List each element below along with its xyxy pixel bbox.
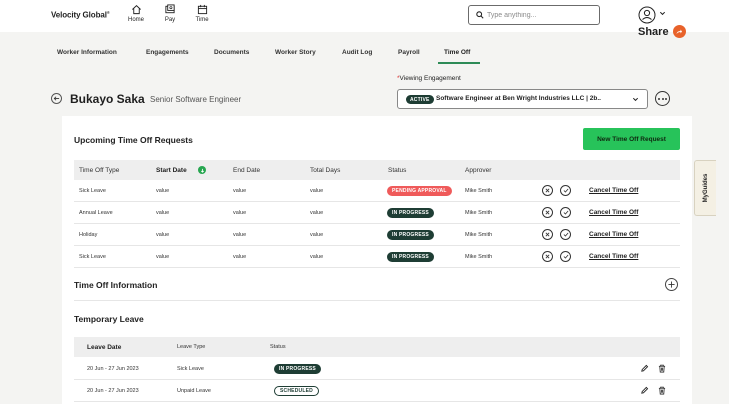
search-box — [468, 5, 600, 25]
column-header[interactable]: Leave Type — [177, 344, 205, 350]
tab-payroll[interactable]: Payroll — [398, 49, 420, 56]
status-badge: PENDING APPROVAL — [387, 186, 452, 196]
tab-audit-log[interactable]: Audit Log — [342, 49, 372, 56]
more-icon — [658, 97, 660, 100]
edit-icon[interactable] — [640, 386, 649, 395]
sort-arrow-icon[interactable] — [198, 166, 206, 174]
reject-button[interactable] — [542, 229, 553, 240]
approve-button[interactable] — [560, 251, 571, 262]
cancel-time-off-link[interactable]: Cancel Time Off — [589, 253, 638, 260]
table-row: Annual Leave value value value IN PROGRE… — [74, 202, 680, 224]
nav-pay[interactable]: Pay — [157, 4, 183, 23]
tab-documents[interactable]: Documents — [214, 49, 249, 56]
approve-button[interactable] — [560, 185, 571, 196]
search-input[interactable] — [487, 8, 595, 22]
status-badge: ACTIVE — [406, 95, 434, 104]
worker-title: Senior Software Engineer — [150, 95, 242, 104]
chevron-down-icon[interactable] — [659, 10, 666, 17]
column-header[interactable]: Status — [388, 167, 406, 174]
worker-name: Bukayo Saka — [70, 92, 145, 106]
approve-button[interactable] — [560, 229, 571, 240]
status-badge: IN PROGRESS — [387, 208, 434, 218]
myguides-tab[interactable]: MyGuides — [694, 160, 716, 216]
arrow-left-icon — [53, 96, 60, 101]
tab-worker-information[interactable]: Worker Information — [57, 49, 117, 56]
check-icon — [563, 188, 568, 193]
x-icon — [545, 188, 550, 193]
tab-time-off[interactable]: Time Off — [444, 49, 470, 56]
leave-table-header: Leave Date Leave Type Status — [74, 337, 680, 357]
brand-logo[interactable]: Velocity Global® — [51, 10, 110, 20]
status-badge: IN PROGRESS — [387, 230, 434, 240]
table-row: 20 Jun - 27 Jun 2023 Unpaid Leave SCHEDU… — [74, 380, 680, 402]
check-icon — [563, 232, 568, 237]
expand-button[interactable] — [665, 278, 678, 291]
divider — [74, 300, 680, 301]
plus-icon — [668, 281, 675, 288]
upcoming-requests-title: Upcoming Time Off Requests — [74, 135, 193, 145]
pay-icon — [165, 4, 175, 14]
nav-home[interactable]: Home — [123, 4, 149, 23]
status-badge: IN PROGRESS — [387, 252, 434, 262]
column-header[interactable]: Time Off Type — [79, 167, 119, 174]
search-icon — [476, 11, 484, 19]
new-time-off-request-button[interactable]: New Time Off Request — [583, 128, 680, 150]
active-tab-indicator — [438, 62, 480, 64]
share-button[interactable]: Share — [638, 25, 686, 38]
status-badge: SCHEDULED — [274, 386, 319, 396]
column-header[interactable]: End Date — [233, 167, 260, 174]
column-header[interactable]: Status — [270, 344, 286, 350]
x-icon — [545, 254, 550, 259]
tab-worker-story[interactable]: Worker Story — [275, 49, 316, 56]
table-row: Holiday value value value IN PROGRESS Mi… — [74, 224, 680, 246]
home-icon — [131, 5, 141, 15]
approve-button[interactable] — [560, 207, 571, 218]
column-header-sorted[interactable]: Start Date — [156, 167, 187, 174]
column-header[interactable]: Leave Date — [87, 344, 121, 351]
tab-engagements[interactable]: Engagements — [146, 49, 189, 56]
cancel-time-off-link[interactable]: Cancel Time Off — [589, 187, 638, 194]
reject-button[interactable] — [542, 185, 553, 196]
engagement-value: Software Engineer at Ben Wright Industri… — [436, 95, 601, 102]
column-header[interactable]: Approver — [465, 167, 491, 174]
share-icon — [672, 25, 686, 38]
viewing-engagement-label: *Viewing Engagement — [397, 75, 461, 82]
check-icon — [563, 210, 568, 215]
engagement-select[interactable]: ACTIVE Software Engineer at Ben Wright I… — [397, 89, 648, 109]
chevron-down-icon — [632, 97, 639, 102]
requests-table-header: Time Off Type Start Date End Date Total … — [74, 160, 680, 180]
reject-button[interactable] — [542, 207, 553, 218]
nav-time[interactable]: Time — [189, 4, 215, 23]
x-icon — [545, 210, 550, 215]
cancel-time-off-link[interactable]: Cancel Time Off — [589, 209, 638, 216]
back-button[interactable] — [51, 93, 62, 104]
table-row: Sick Leave value value value IN PROGRESS… — [74, 246, 680, 268]
x-icon — [545, 232, 550, 237]
table-row: Sick Leave value value value PENDING APP… — [74, 180, 680, 202]
top-bar: Velocity Global® Home Pay Time — [0, 0, 729, 32]
reject-button[interactable] — [542, 251, 553, 262]
tab-bar: Worker Information Engagements Documents… — [0, 43, 729, 65]
edit-icon[interactable] — [640, 364, 649, 373]
time-off-information-title: Time Off Information — [74, 280, 158, 290]
column-header[interactable]: Total Days — [310, 167, 340, 174]
trash-icon[interactable] — [658, 386, 666, 395]
more-options-button[interactable] — [655, 91, 670, 106]
cancel-time-off-link[interactable]: Cancel Time Off — [589, 231, 638, 238]
status-badge: IN PROGRESS — [274, 364, 321, 374]
table-row: 20 Jun - 27 Jun 2023 Sick Leave IN PROGR… — [74, 358, 680, 380]
time-off-card: Upcoming Time Off Requests New Time Off … — [62, 116, 692, 404]
check-icon — [563, 254, 568, 259]
user-icon — [638, 6, 656, 24]
temporary-leave-title: Temporary Leave — [74, 314, 144, 324]
trash-icon[interactable] — [658, 364, 666, 373]
calendar-icon — [197, 4, 207, 15]
